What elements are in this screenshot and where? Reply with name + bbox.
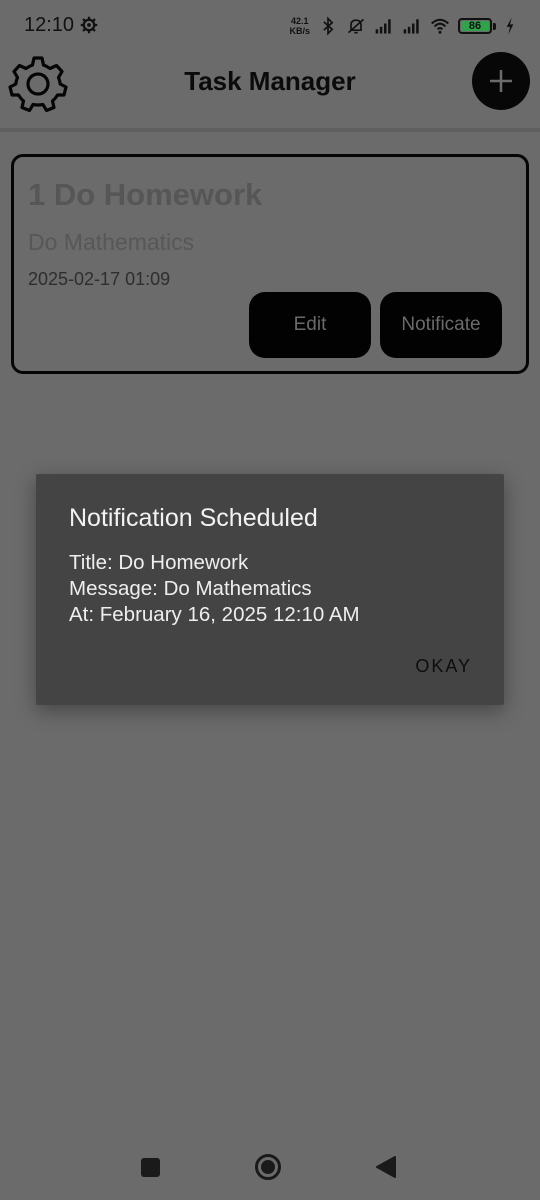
app-bar-divider: [0, 128, 540, 132]
add-task-button[interactable]: [472, 52, 530, 110]
plus-icon: [490, 70, 512, 92]
navigation-bar: [0, 1140, 540, 1200]
dialog-line-time: At: February 16, 2025 12:10 AM: [69, 603, 360, 626]
dialog-line-title: Title: Do Homework: [69, 551, 249, 574]
bluetooth-icon: [323, 16, 334, 36]
wifi-icon: [430, 18, 450, 34]
status-time: 12:10: [24, 14, 75, 36]
battery-cap: [493, 22, 496, 30]
task-message: Do Mathematics: [28, 229, 195, 255]
okay-button[interactable]: OKAY: [411, 652, 476, 681]
edit-button[interactable]: Edit: [249, 292, 371, 358]
status-icons: 42.1 KB/s 86: [289, 14, 516, 38]
app-bar: Task Manager: [0, 52, 540, 130]
back-triangle-icon[interactable]: [375, 1155, 397, 1179]
task-datetime: 2025-02-17 01:09: [28, 269, 171, 289]
home-circle-icon[interactable]: [254, 1153, 282, 1181]
dialog-title: Notification Scheduled: [69, 504, 318, 532]
network-speed-unit: KB/s: [289, 26, 310, 36]
signal-icon: [375, 19, 391, 34]
notification-dialog: Notification Scheduled Title: Do Homewor…: [36, 474, 504, 705]
charging-icon: [506, 17, 514, 35]
notificate-button[interactable]: Notificate: [380, 292, 502, 358]
signal-icon: [403, 19, 419, 34]
task-title: 1 Do Homework: [28, 177, 263, 212]
task-card[interactable]: 1 Do Homework Do Mathematics 2025-02-17 …: [11, 154, 529, 374]
screen: 12:10 42.1 KB/s 86 Task Manager 1 Do Hom…: [0, 0, 540, 1200]
mute-icon: [347, 18, 365, 34]
recents-square-icon[interactable]: [141, 1158, 160, 1177]
dialog-line-message: Message: Do Mathematics: [69, 577, 312, 600]
dialog-body: Title: Do Homework Message: Do Mathemati…: [69, 550, 360, 628]
battery-level: 86: [468, 20, 482, 32]
network-speed-value: 42.1: [290, 16, 309, 26]
status-bar: 12:10 42.1 KB/s 86: [0, 0, 540, 52]
settings-gear-icon: [80, 16, 98, 34]
battery-icon: 86: [458, 18, 492, 34]
network-speed: 42.1 KB/s: [289, 16, 310, 36]
app-title: Task Manager: [184, 66, 356, 96]
